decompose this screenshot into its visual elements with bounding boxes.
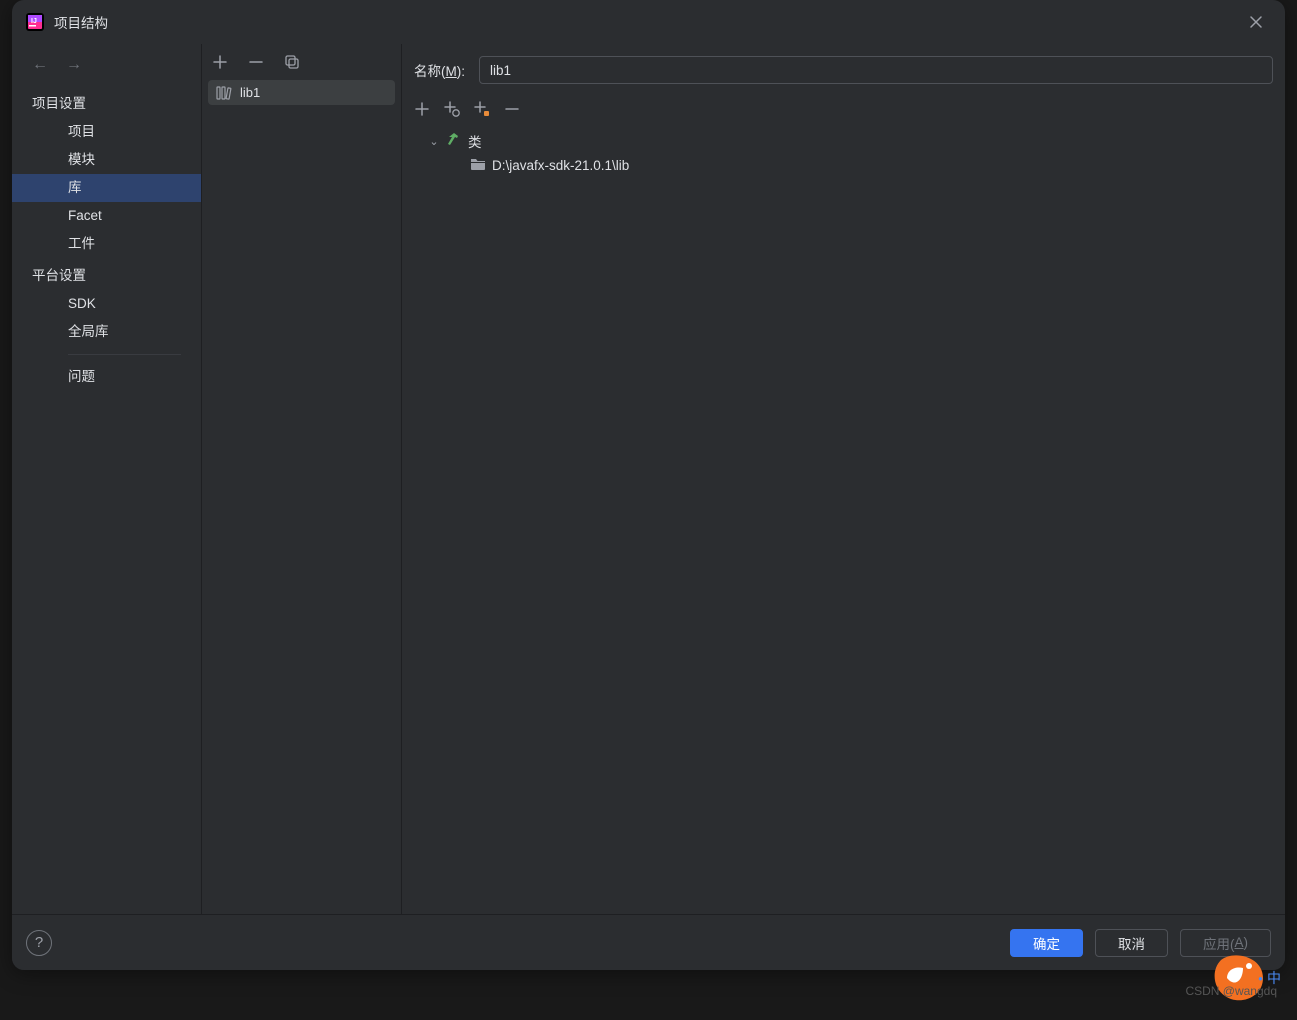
sidebar-item-sdks[interactable]: SDK <box>12 290 201 318</box>
close-icon[interactable] <box>1241 7 1271 37</box>
sidebar-item-facets[interactable]: Facet <box>12 202 201 230</box>
tree-entry[interactable]: D:\javafx-sdk-21.0.1\lib <box>414 154 1273 177</box>
window-title: 项目结构 <box>54 12 1241 32</box>
title-bar: IJ 项目结构 <box>12 0 1285 44</box>
chevron-down-icon[interactable]: ⌄ <box>428 135 440 148</box>
name-label: 名称(M): <box>414 60 465 80</box>
library-item-label: lib1 <box>240 85 260 100</box>
hammer-icon <box>446 132 462 151</box>
name-row: 名称(M): <box>402 56 1285 98</box>
section-project-settings: 项目设置 <box>12 86 201 118</box>
left-sidebar: ← → 项目设置 项目 模块 库 Facet 工件 平台设置 SDK 全局库 问… <box>12 44 202 970</box>
sidebar-divider <box>68 354 181 355</box>
add-root-icon[interactable] <box>414 101 430 117</box>
library-list: lib1 <box>202 80 401 105</box>
library-roots-tree: ⌄ 类 D:\javafx-sdk-21.0.1\lib <box>402 128 1285 177</box>
svg-text:IJ: IJ <box>31 18 37 25</box>
nav-arrows: ← → <box>12 50 201 86</box>
sidebar-item-problems[interactable]: 问题 <box>12 363 201 391</box>
add-with-marker-icon[interactable] <box>474 101 490 117</box>
remove-library-icon[interactable] <box>248 54 264 70</box>
tree-classes-label: 类 <box>468 131 482 151</box>
forward-arrow-icon[interactable]: → <box>66 56 82 74</box>
sidebar-item-artifacts[interactable]: 工件 <box>12 230 201 258</box>
library-item[interactable]: lib1 <box>208 80 395 105</box>
add-library-icon[interactable] <box>212 54 228 70</box>
library-icon <box>216 86 232 100</box>
library-details-pane: 名称(M): <box>402 44 1285 970</box>
library-name-input[interactable] <box>479 56 1273 84</box>
copy-library-icon[interactable] <box>284 54 300 70</box>
folder-icon <box>470 157 486 174</box>
details-toolbar <box>402 98 1285 128</box>
sidebar-item-global-libraries[interactable]: 全局库 <box>12 318 201 346</box>
footer-bar: ? 确定 取消 应用(A) <box>12 914 1285 970</box>
ime-indicator: 中 <box>1258 968 1281 988</box>
cancel-button[interactable]: 取消 <box>1095 929 1168 957</box>
sidebar-item-project[interactable]: 项目 <box>12 118 201 146</box>
remove-root-icon[interactable] <box>504 101 520 117</box>
ok-button[interactable]: 确定 <box>1010 929 1083 957</box>
tree-classes-node[interactable]: ⌄ 类 <box>414 128 1273 154</box>
sidebar-item-libraries[interactable]: 库 <box>12 174 201 202</box>
library-toolbar <box>202 44 401 80</box>
project-structure-dialog: IJ 项目结构 ← → 项目设置 项目 模块 库 Facet 工件 平台设置 S… <box>12 0 1285 970</box>
sidebar-item-modules[interactable]: 模块 <box>12 146 201 174</box>
apply-button[interactable]: 应用(A) <box>1180 929 1271 957</box>
add-with-circle-icon[interactable] <box>444 101 460 117</box>
section-platform-settings: 平台设置 <box>12 258 201 290</box>
back-arrow-icon[interactable]: ← <box>32 56 48 74</box>
app-icon: IJ <box>26 13 44 31</box>
library-list-pane: lib1 <box>202 44 402 970</box>
main-body: ← → 项目设置 项目 模块 库 Facet 工件 平台设置 SDK 全局库 问… <box>12 44 1285 970</box>
help-icon[interactable]: ? <box>26 930 52 956</box>
tree-entry-path: D:\javafx-sdk-21.0.1\lib <box>492 158 629 173</box>
